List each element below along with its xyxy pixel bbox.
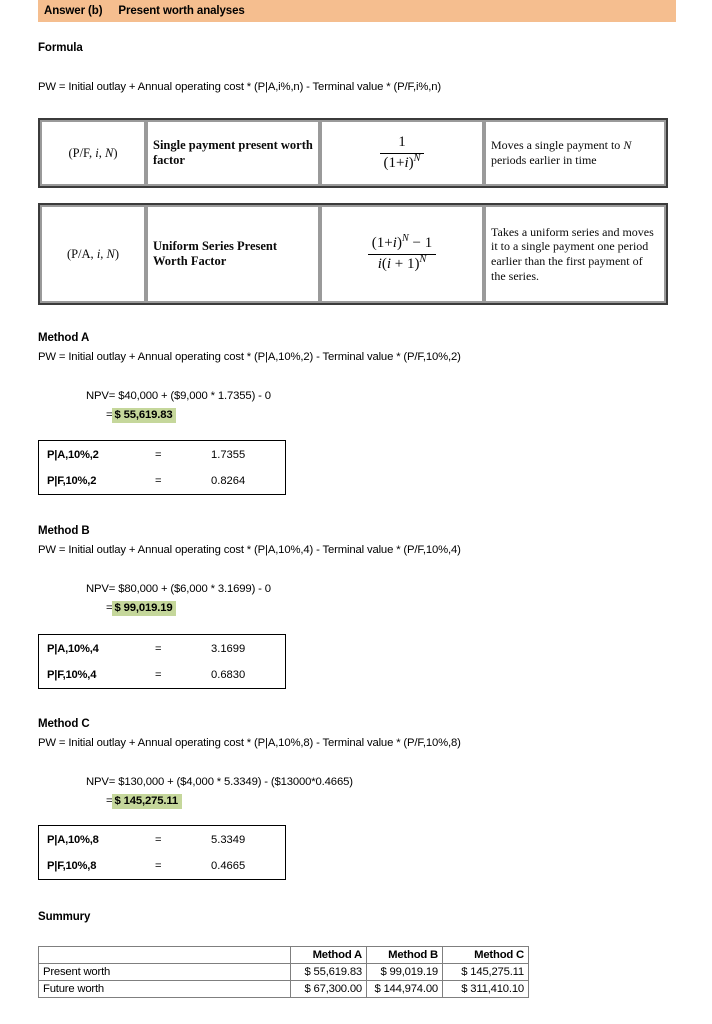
summary-table: Method A Method B Method C Present worth… — [38, 946, 529, 998]
formula-heading: Formula — [38, 42, 83, 54]
factor-key: P|F,10%,4 — [47, 669, 97, 681]
factor-value: 0.4665 — [211, 860, 246, 872]
equals-sign: = — [155, 834, 162, 846]
summary-cell: $ 145,275.11 — [442, 963, 529, 981]
summary-cell: $ 99,019.19 — [366, 963, 443, 981]
factor-row: P|F,10%,2 = 0.8264 — [39, 472, 285, 490]
factor-key: P|A,10%,4 — [47, 643, 99, 655]
factor-name-pf: Single payment present worth factor — [146, 120, 320, 186]
method-a-equation: PW = Initial outlay + Annual operating c… — [38, 351, 461, 363]
answer-label: Answer (b) — [44, 5, 103, 17]
summary-cell: $ 67,300.00 — [290, 980, 367, 998]
factor-row: P|F,10%,4 = 0.6830 — [39, 666, 285, 684]
method-b-equation: PW = Initial outlay + Annual operating c… — [38, 544, 461, 556]
formula-denominator: (1+i)N — [383, 152, 421, 171]
method-a-heading: Method A — [38, 332, 90, 344]
equals-sign: = — [155, 643, 162, 655]
summary-header-row: Method A Method B Method C — [38, 946, 529, 964]
factor-code-pa: (P/A, i, N) — [40, 205, 146, 303]
method-a-factor-box: P|A,10%,2 = 1.7355 P|F,10%,2 = 0.8264 — [38, 440, 286, 495]
method-c-result: $ 145,275.11 — [112, 794, 182, 809]
factor-key: P|A,10%,2 — [47, 449, 99, 461]
factor-row: P|F,10%,8 = 0.4665 — [39, 857, 285, 875]
summary-col-method-c: Method C — [442, 946, 529, 964]
method-a-result-line: = $ 55,619.83 — [106, 408, 177, 423]
factor-description-pf: Moves a single payment to N periods earl… — [484, 120, 666, 186]
formula-numerator: 1 — [379, 134, 425, 154]
formula-equation: PW = Initial outlay + Annual operating c… — [38, 81, 441, 93]
summary-heading: Summury — [38, 911, 91, 923]
factor-code-pf: (P/F, i, N) — [40, 120, 146, 186]
summary-cell: $ 311,410.10 — [442, 980, 529, 998]
method-a-result: $ 55,619.83 — [112, 408, 177, 423]
method-a-npv-line: NPV= $40,000 + ($9,000 * 1.7355) - 0 — [86, 390, 271, 402]
method-c-factor-box: P|A,10%,8 = 5.3349 P|F,10%,8 = 0.4665 — [38, 825, 286, 880]
method-c-npv-line: NPV= $130,000 + ($4,000 * 5.3349) - ($13… — [86, 776, 353, 788]
equals-sign: = — [155, 669, 162, 681]
factor-key: P|F,10%,2 — [47, 475, 97, 487]
equals-sign: = — [155, 449, 162, 461]
factor-row: P|A,10%,2 = 1.7355 — [39, 446, 285, 464]
factor-table-pa: (P/A, i, N) Uniform Series Present Worth… — [38, 203, 668, 305]
answer-title: Present worth analyses — [118, 5, 245, 17]
table-row: Present worth $ 55,619.83 $ 99,019.19 $ … — [38, 963, 529, 981]
factor-formula-pa: (1+i)N − 1 i(i + 1)N — [320, 205, 484, 303]
factor-description-pa: Takes a uniform series and moves it to a… — [484, 205, 666, 303]
method-c-heading: Method C — [38, 718, 90, 730]
method-b-factor-box: P|A,10%,4 = 3.1699 P|F,10%,4 = 0.6830 — [38, 634, 286, 689]
factor-value: 5.3349 — [211, 834, 246, 846]
method-b-npv-line: NPV= $80,000 + ($6,000 * 3.1699) - 0 — [86, 583, 271, 595]
factor-row: P|A,10%,8 = 5.3349 — [39, 831, 285, 849]
summary-cell: $ 55,619.83 — [290, 963, 367, 981]
method-b-heading: Method B — [38, 525, 90, 537]
factor-formula-pf: 1 (1+i)N — [320, 120, 484, 186]
factor-value: 0.8264 — [211, 475, 246, 487]
factor-key: P|F,10%,8 — [47, 860, 97, 872]
factor-key: P|A,10%,8 — [47, 834, 99, 846]
summary-cell: $ 144,974.00 — [366, 980, 443, 998]
formula-denominator: i(i + 1)N — [377, 253, 427, 272]
table-row: (P/F, i, N) Single payment present worth… — [40, 120, 666, 186]
summary-col-method-b: Method B — [366, 946, 443, 964]
method-c-result-line: = $ 145,275.11 — [106, 794, 182, 809]
method-b-result: $ 99,019.19 — [112, 601, 177, 616]
factor-row: P|A,10%,4 = 3.1699 — [39, 640, 285, 658]
factor-value: 1.7355 — [211, 449, 246, 461]
summary-col-blank — [38, 946, 291, 964]
factor-name-pa: Uniform Series Present Worth Factor — [146, 205, 320, 303]
factor-table-pf: (P/F, i, N) Single payment present worth… — [38, 118, 668, 188]
table-row: (P/A, i, N) Uniform Series Present Worth… — [40, 205, 666, 303]
summary-row-label: Present worth — [38, 963, 291, 981]
factor-value: 3.1699 — [211, 643, 246, 655]
factor-value: 0.6830 — [211, 669, 246, 681]
table-row: Future worth $ 67,300.00 $ 144,974.00 $ … — [38, 980, 529, 998]
summary-row-label: Future worth — [38, 980, 291, 998]
answer-banner: Answer (b) Present worth analyses — [38, 0, 676, 22]
formula-numerator: (1+i)N − 1 — [367, 234, 437, 255]
method-b-result-line: = $ 99,019.19 — [106, 601, 177, 616]
equals-sign: = — [155, 475, 162, 487]
method-c-equation: PW = Initial outlay + Annual operating c… — [38, 737, 461, 749]
equals-sign: = — [155, 860, 162, 872]
summary-col-method-a: Method A — [290, 946, 367, 964]
